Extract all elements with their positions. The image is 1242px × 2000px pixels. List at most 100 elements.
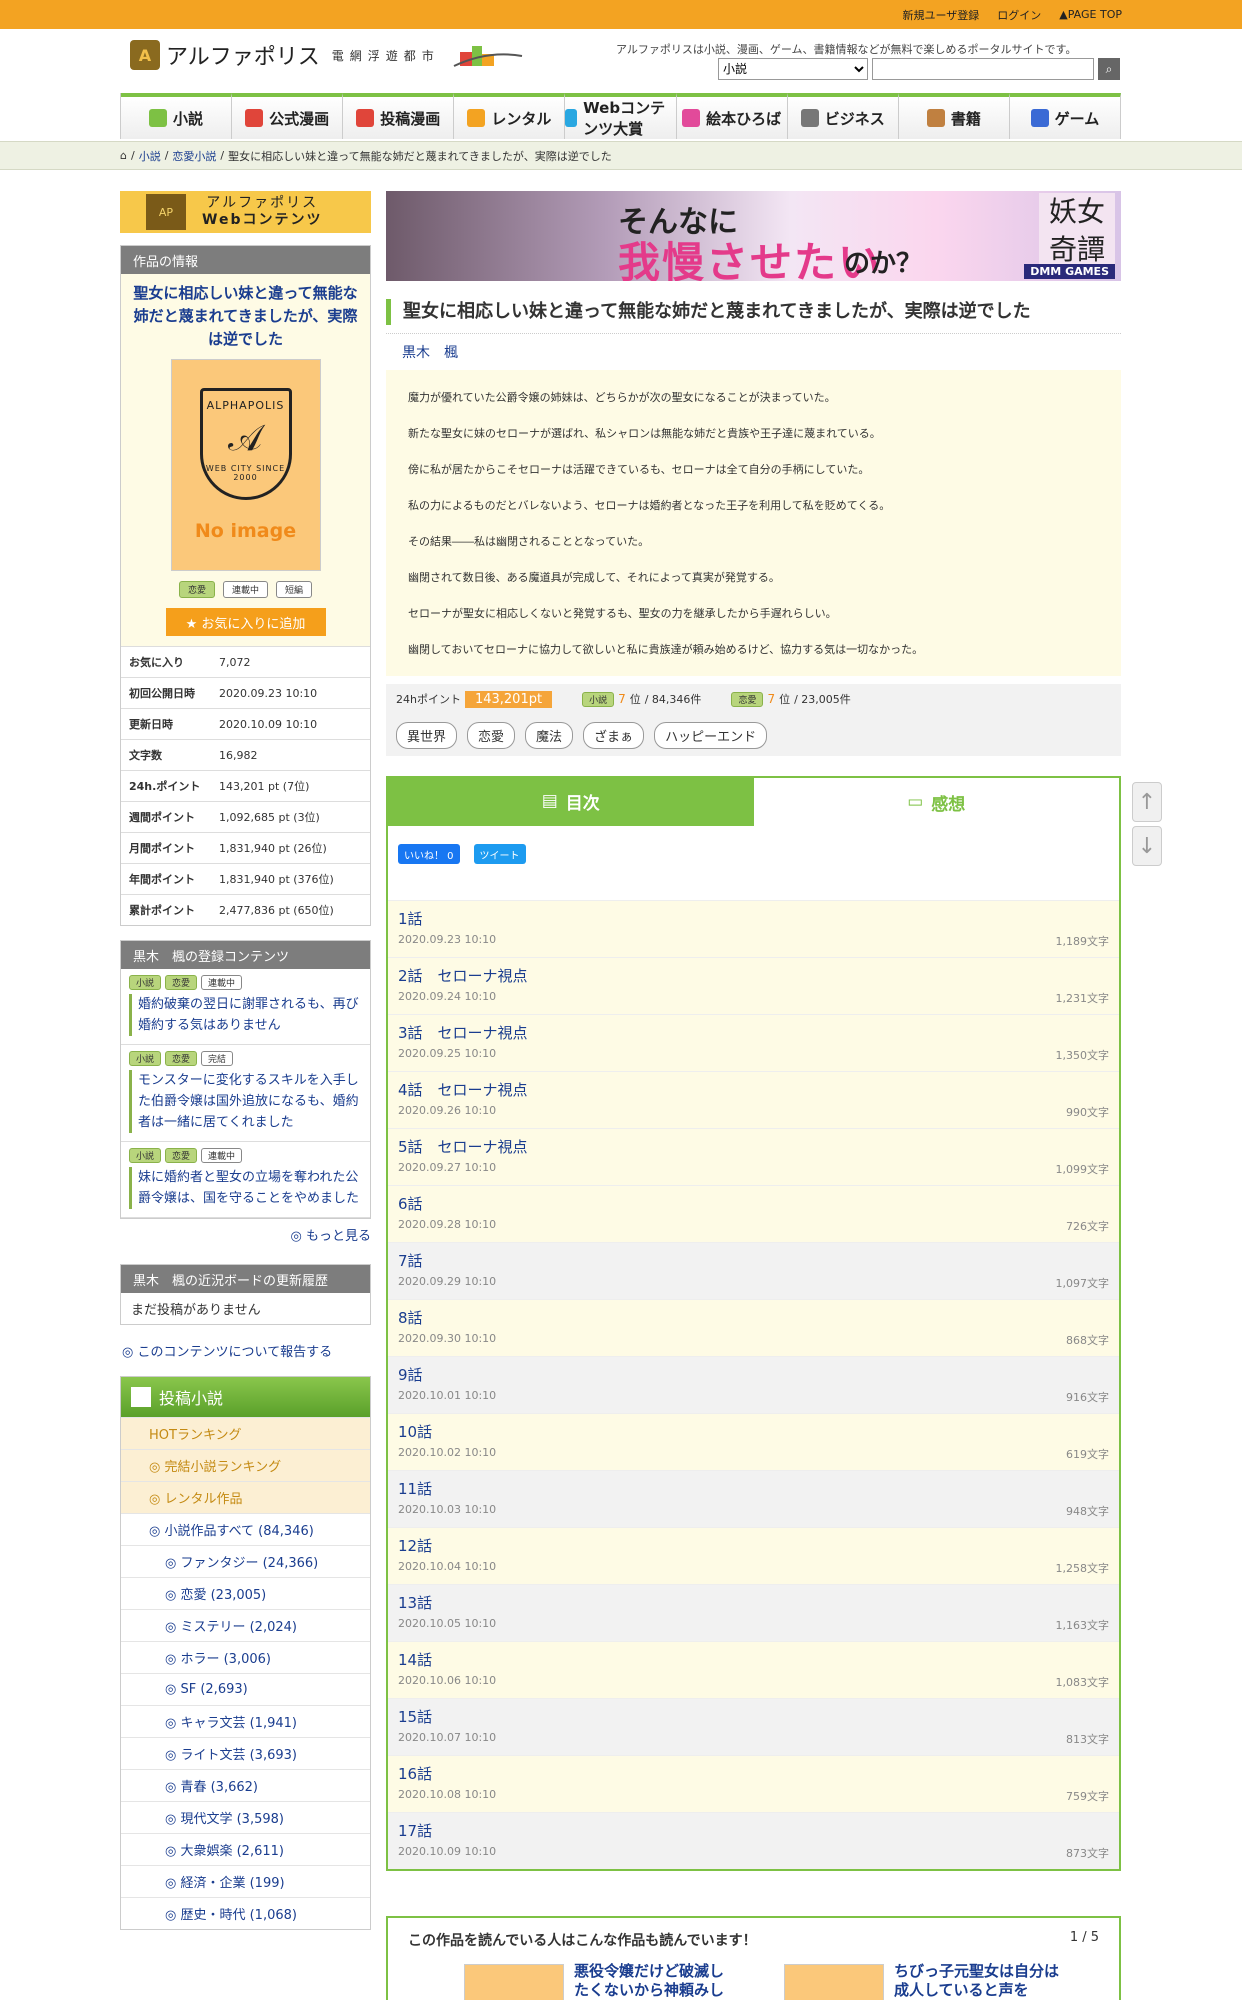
episode-title[interactable]: 3話 セローナ視点 [398,1022,1109,1043]
posted-novels-item[interactable]: ◎ 現代文学 (3,598) [121,1801,370,1833]
posted-novels-item[interactable]: ◎ SF (2,693) [121,1673,370,1705]
episode-title[interactable]: 11話 [398,1478,1109,1499]
posted-novels-item[interactable]: ◎ 経済・企業 (199) [121,1865,370,1897]
episode-title[interactable]: 7話 [398,1250,1109,1271]
episode-title[interactable]: 8話 [398,1307,1109,1328]
episode-title[interactable]: 17話 [398,1820,1109,1841]
posted-novels-item[interactable]: ◎ 小説作品すべて (84,346) [121,1513,370,1545]
summary-paragraph: 新たな聖女に妹のセローナが選ばれ、私シャロンは無能な姉だと貴族や王子達に蔑まれて… [408,427,881,440]
points-value: 143,201pt [464,690,553,708]
registered-title[interactable]: 妹に婚約者と聖女の立場を奪われた公爵令嬢は、国を守ることをやめました [129,1167,362,1209]
genre-tag[interactable]: 恋愛 [467,721,516,749]
episode-row[interactable]: 10話 2020.10.02 10:10 619文字 [388,1413,1119,1470]
posted-novels-item[interactable]: ◎ ライト文芸 (3,693) [121,1737,370,1769]
episode-row[interactable]: 5話 セローナ視点 2020.09.27 10:10 1,099文字 [388,1128,1119,1185]
posted-novels-item[interactable]: ◎ 青春 (3,662) [121,1769,370,1801]
gnav-item-0[interactable]: 小説 [121,93,233,139]
episode-row[interactable]: 15話 2020.10.07 10:10 813文字 [388,1698,1119,1755]
tab-review[interactable]: ▭ 感想 [753,776,1119,826]
rank-novel-tag[interactable]: 小説 [582,691,615,707]
scroll-up-icon[interactable]: ↑ [1132,782,1162,822]
gnav-item-8[interactable]: ゲーム [1009,93,1121,139]
page-top-link[interactable]: ▲PAGE TOP [1059,8,1122,21]
episode-title[interactable]: 2話 セローナ視点 [398,965,1109,986]
episode-row[interactable]: 11話 2020.10.03 10:10 948文字 [388,1470,1119,1527]
episode-row[interactable]: 17話 2020.10.09 10:10 873文字 [388,1812,1119,1869]
episode-row[interactable]: 14話 2020.10.06 10:10 1,083文字 [388,1641,1119,1698]
registered-item: 小説 恋愛 連載中 婚約破棄の翌日に謝罪されるも、再び婚約する気はありません [121,969,370,1045]
rank-romance-tag[interactable]: 恋愛 [731,691,764,707]
episode-row[interactable]: 13話 2020.10.05 10:10 1,163文字 [388,1584,1119,1641]
web-contents-banner[interactable]: AP アルファポリス Webコンテンツ [120,191,371,233]
breadcrumb-novel[interactable]: 小説 [139,148,161,164]
genre-tag[interactable]: ハッピーエンド [654,721,768,749]
posted-novels-item[interactable]: ◎ レンタル作品 [121,1481,370,1513]
breadcrumb-romance[interactable]: 恋愛小説 [172,148,216,164]
episode-title[interactable]: 5話 セローナ視点 [398,1136,1109,1157]
registered-title[interactable]: 婚約破棄の翌日に謝罪されるも、再び婚約する気はありません [129,994,362,1036]
genre-tag[interactable]: ざまぁ [583,721,645,749]
posted-novels-item[interactable]: ◎ ホラー (3,006) [121,1641,370,1673]
like-button[interactable]: いいね！ 0 [398,844,460,864]
gnav-item-7[interactable]: 書籍 [898,93,1010,139]
posted-novels-item[interactable]: ◎ ミステリー (2,024) [121,1609,370,1641]
episode-row[interactable]: 9話 2020.10.01 10:10 916文字 [388,1356,1119,1413]
register-link[interactable]: 新規ユーザ登録 [903,7,980,23]
posted-novels-item[interactable]: ◎ キャラ文芸 (1,941) [121,1705,370,1737]
posted-novels-item[interactable]: ◎ 歴史・時代 (1,068) [121,1897,370,1929]
search-input[interactable] [872,58,1094,80]
posted-novels-item[interactable]: HOTランキング [121,1417,370,1449]
posted-novels-item[interactable]: ◎ 恋愛 (23,005) [121,1577,370,1609]
scroll-down-icon[interactable]: ↓ [1132,826,1162,866]
gnav-item-5[interactable]: 絵本ひろば [676,93,788,139]
work-info-title[interactable]: 聖女に相応しい妹と違って無能な姉だと蔑まれてきましたが、実際は逆でした [121,274,370,355]
episode-row[interactable]: 4話 セローナ視点 2020.09.26 10:10 990文字 [388,1071,1119,1128]
episode-title[interactable]: 10話 [398,1421,1109,1442]
episode-title[interactable]: 13話 [398,1592,1109,1613]
registered-title[interactable]: モンスターに変化するスキルを入手した伯爵令嬢は国外追放になるも、婚約者は一緒に居… [129,1070,362,1133]
gnav-item-4[interactable]: Webコンテンツ大賞 [565,93,677,139]
episode-row[interactable]: 16話 2020.10.08 10:10 759文字 [388,1755,1119,1812]
tweet-button[interactable]: ツイート [473,844,526,864]
episode-title[interactable]: 9話 [398,1364,1109,1385]
rec-cover-1[interactable] [464,1964,564,2000]
episode-title[interactable]: 12話 [398,1535,1109,1556]
episode-row[interactable]: 3話 セローナ視点 2020.09.25 10:10 1,350文字 [388,1014,1119,1071]
episode-row[interactable]: 6話 2020.09.28 10:10 726文字 [388,1185,1119,1242]
login-link[interactable]: ログイン [997,7,1041,23]
episode-title[interactable]: 15話 [398,1706,1109,1727]
rec-title-2[interactable]: ちびっ子元聖女は自分は成人していると声を [894,1962,1064,2000]
genre-tag[interactable]: 異世界 [396,721,458,749]
gnav-item-3[interactable]: レンタル [454,93,566,139]
episode-row[interactable]: 8話 2020.09.30 10:10 868文字 [388,1299,1119,1356]
rec-title-1[interactable]: 悪役令嬢だけど破滅したくないから神頼みし [574,1962,724,2000]
gnav-item-2[interactable]: 投稿漫画 [343,93,455,139]
gnav-item-6[interactable]: ビジネス [787,93,899,139]
search-button[interactable]: ⌕ [1098,58,1120,80]
author-link[interactable]: 黒木 楓 [386,333,1121,370]
gnav-item-1[interactable]: 公式漫画 [232,93,344,139]
episode-row[interactable]: 7話 2020.09.29 10:10 1,097文字 [388,1242,1119,1299]
ad-banner[interactable]: そんなに 我慢させたい のか？ 妖女 奇譚 DMM GAMES [386,191,1121,281]
more-link[interactable]: ◎ もっと見る [120,1219,371,1250]
tag-romance[interactable]: 恋愛 [178,581,215,598]
add-favorite-button[interactable]: ★ お気に入りに追加 [165,608,326,636]
site-logo[interactable]: A アルファポリス 電網浮遊都市 [130,39,526,71]
episode-title[interactable]: 1話 [398,908,1109,929]
report-link[interactable]: ◎ このコンテンツについて報告する [120,1341,371,1360]
episode-row[interactable]: 2話 セローナ視点 2020.09.24 10:10 1,231文字 [388,957,1119,1014]
rec-cover-2[interactable] [784,1964,884,2000]
search-category-select[interactable]: 小説 [718,58,868,80]
posted-novels-item[interactable]: ◎ 大衆娯楽 (2,611) [121,1833,370,1865]
tab-toc[interactable]: ▤ 目次 [388,776,754,826]
home-icon[interactable]: ⌂ [120,149,127,162]
episode-title[interactable]: 16話 [398,1763,1109,1784]
genre-tag[interactable]: 魔法 [525,721,574,749]
episode-row[interactable]: 1話 2020.09.23 10:10 1,189文字 [388,900,1119,957]
episode-title[interactable]: 14話 [398,1649,1109,1670]
posted-novels-item[interactable]: ◎ ファンタジー (24,366) [121,1545,370,1577]
episode-row[interactable]: 12話 2020.10.04 10:10 1,258文字 [388,1527,1119,1584]
episode-title[interactable]: 6話 [398,1193,1109,1214]
posted-novels-item[interactable]: ◎ 完結小説ランキング [121,1449,370,1481]
episode-title[interactable]: 4話 セローナ視点 [398,1079,1109,1100]
